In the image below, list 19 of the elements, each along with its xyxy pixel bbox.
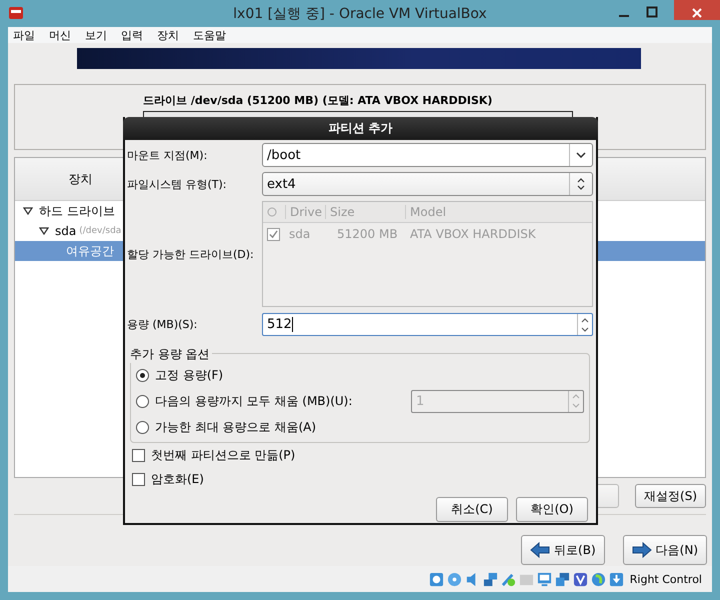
drive-heading: 드라이브 /dev/sda (51200 MB) (모델: ATA VBOX HARDDISK) bbox=[143, 93, 494, 108]
option-label: 고정 용량(F) bbox=[155, 366, 224, 384]
option-label: 다음의 용량까지 모두 채움 (MB)(U): bbox=[155, 392, 352, 410]
table-cell-text: sda bbox=[288, 227, 312, 241]
device-path: (/dev/sda bbox=[79, 226, 122, 236]
field-label: 할당 가능한 드라이브(D): bbox=[127, 246, 255, 262]
tree-label: 여유공간 bbox=[66, 242, 114, 260]
option-label: 가능한 최대 용량으로 채움(A) bbox=[155, 418, 316, 436]
window-title: lx01 [실행 중] - Oracle VM VirtualBox bbox=[233, 4, 487, 22]
dialog-title: 파티션 추가 bbox=[123, 117, 598, 140]
checkbox-label: 암호화(E) bbox=[151, 470, 204, 488]
tree-label: sda bbox=[55, 224, 76, 238]
group-title: 추가 용량 옵션 bbox=[130, 346, 212, 363]
field-label: 용량 (MB)(S): bbox=[127, 317, 198, 332]
checkbox-label: 첫번째 파티션으로 만듦(P) bbox=[151, 446, 296, 464]
host-key-label: Right Control bbox=[630, 572, 702, 586]
tree-label: 하드 드라이브 bbox=[39, 202, 115, 220]
table-cell-text: 51200 MB bbox=[336, 227, 399, 241]
table-cell-text: ATA VBOX HARDDISK bbox=[410, 227, 537, 241]
